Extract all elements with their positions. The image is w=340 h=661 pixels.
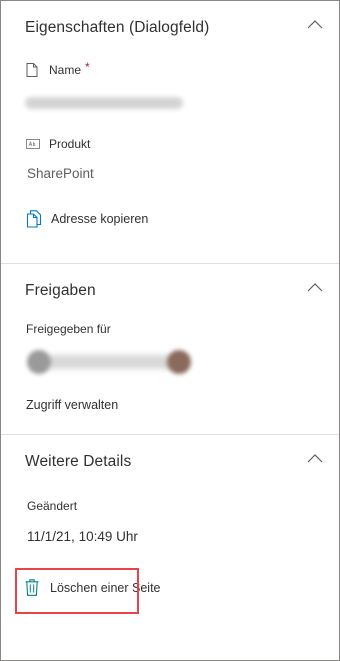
product-field-label-row: Produkt bbox=[26, 137, 90, 151]
properties-section: Eigenschaften (Dialogfeld) Name * Produk… bbox=[1, 1, 339, 263]
document-icon bbox=[26, 63, 38, 77]
name-field-label-row: Name * bbox=[26, 60, 90, 77]
text-field-icon bbox=[26, 139, 40, 149]
shared-with-label: Freigegeben für bbox=[26, 322, 111, 336]
details-title: Weitere Details bbox=[25, 453, 132, 470]
product-label: Produkt bbox=[49, 137, 91, 151]
sharing-header[interactable]: Freigaben bbox=[1, 264, 339, 322]
product-value: SharePoint bbox=[27, 166, 94, 181]
page-details-panel: Eigenschaften (Dialogfeld) Name * Produk… bbox=[0, 0, 340, 661]
copy-address-button[interactable]: Adresse kopieren bbox=[26, 210, 148, 228]
details-header[interactable]: Weitere Details bbox=[1, 435, 339, 493]
shared-with-avatars[interactable] bbox=[27, 346, 197, 380]
modified-date: 11/1/21, bbox=[27, 529, 75, 544]
required-marker: * bbox=[85, 60, 90, 74]
highlight-box bbox=[15, 568, 139, 614]
name-label: Name bbox=[49, 63, 82, 77]
chevron-up-icon[interactable] bbox=[305, 15, 325, 35]
copy-address-label: Adresse kopieren bbox=[51, 212, 149, 226]
properties-header[interactable]: Eigenschaften (Dialogfeld) bbox=[1, 1, 339, 59]
chevron-up-icon[interactable] bbox=[305, 449, 325, 469]
properties-title: Eigenschaften (Dialogfeld) bbox=[25, 19, 210, 36]
manage-access-link[interactable]: Zugriff verwalten bbox=[26, 398, 118, 412]
copy-icon bbox=[26, 210, 42, 228]
modified-timestamp: 11/1/21, 10:49 Uhr bbox=[27, 529, 138, 544]
avatar-list-blurred bbox=[45, 355, 175, 369]
chevron-up-icon[interactable] bbox=[305, 278, 325, 298]
sharing-title: Freigaben bbox=[25, 282, 96, 299]
avatar[interactable] bbox=[27, 350, 51, 374]
modified-time: 10:49 Uhr bbox=[78, 529, 138, 544]
modified-label: Geändert bbox=[27, 499, 78, 513]
details-section: Weitere Details bbox=[1, 435, 339, 661]
avatar[interactable] bbox=[167, 350, 191, 374]
name-value[interactable] bbox=[25, 97, 183, 109]
